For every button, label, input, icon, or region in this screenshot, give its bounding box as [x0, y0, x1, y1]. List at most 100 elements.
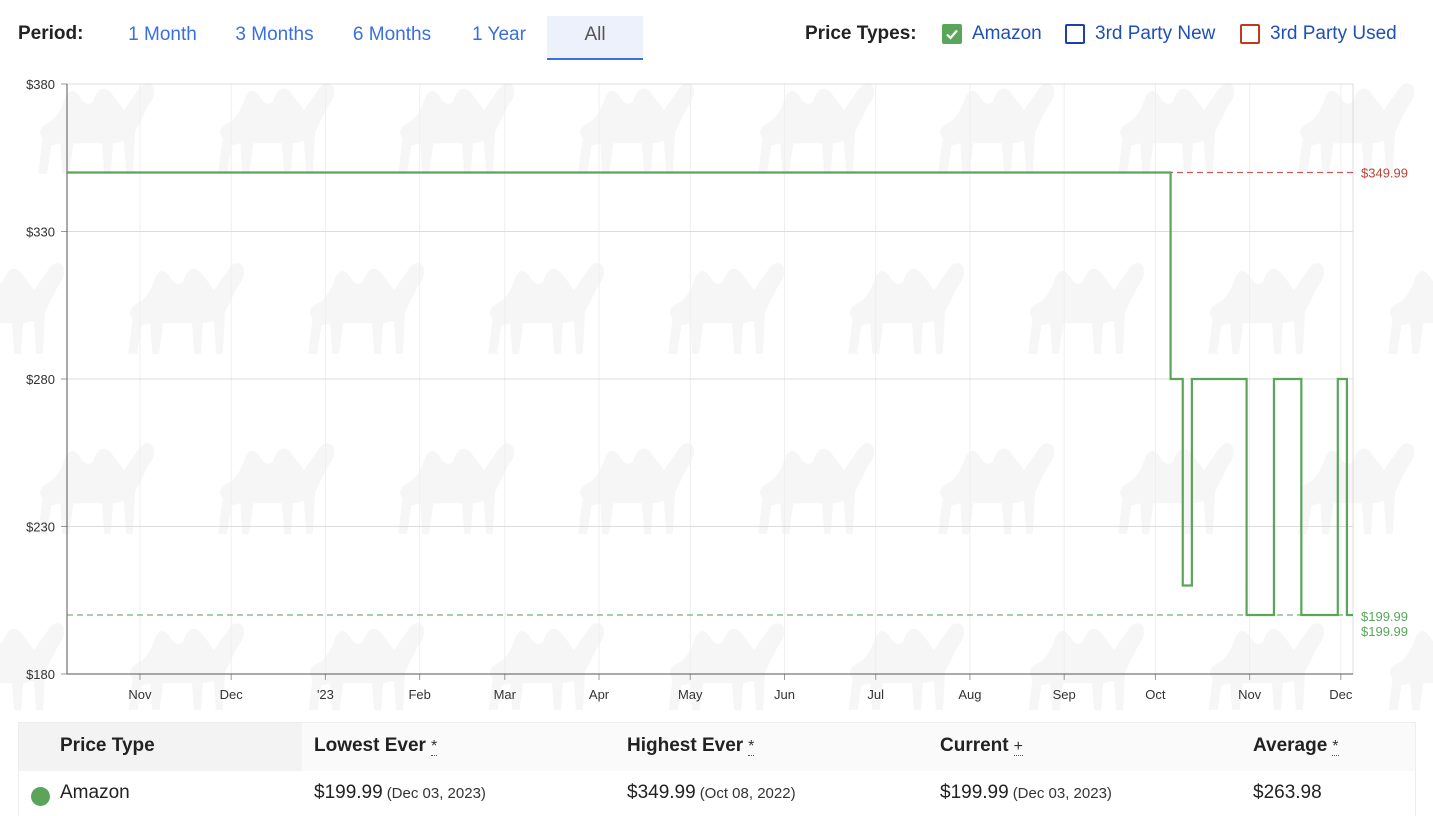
x-tick-label: Nov — [128, 687, 152, 702]
price-type-label: 3rd Party Used — [1270, 23, 1397, 44]
camel-watermark — [0, 83, 1433, 710]
cell-date: (Dec 03, 2023) — [1012, 785, 1112, 802]
amazon-color-dot — [31, 787, 50, 806]
camel-silhouette — [938, 443, 1055, 534]
camel-silhouette — [38, 83, 155, 174]
header-footnote-mark[interactable]: * — [430, 738, 438, 756]
price-types-label: Price Types: — [805, 23, 917, 44]
cell-current: $199.99 (Dec 03, 2023) — [940, 782, 1112, 804]
x-tick-label: Nov — [1238, 687, 1262, 702]
header-label: Highest Ever — [627, 735, 744, 756]
price-type-label: 3rd Party New — [1095, 23, 1216, 44]
header-current: Current + — [940, 735, 1023, 757]
camel-silhouette — [0, 263, 65, 355]
x-tick-label: May — [678, 687, 703, 702]
header-label: Average — [1253, 735, 1328, 756]
filter-bar: Period: 1 Month 3 Months 6 Months 1 Year… — [0, 0, 1433, 70]
table-header: Price Type Lowest Ever * Highest Ever * Cu… — [19, 723, 1415, 771]
period-6-months-button[interactable]: 6 Months — [338, 16, 446, 60]
cell-lowest-ever: $199.99 (Dec 03, 2023) — [314, 782, 486, 804]
camel-silhouette — [1208, 623, 1325, 710]
cell-price-type: Amazon — [60, 782, 130, 803]
x-tick-label: Oct — [1145, 687, 1166, 702]
camel-silhouette — [1298, 443, 1415, 534]
chart-series — [67, 171, 1353, 617]
price-reference-label: $199.99 — [1361, 609, 1408, 624]
header-lowest-ever: Lowest Ever * — [314, 735, 438, 757]
cell-price: $199.99 — [940, 782, 1009, 803]
header-price-type: Price Type — [60, 735, 155, 757]
camel-silhouette — [1298, 83, 1415, 174]
camel-silhouette — [668, 263, 785, 354]
x-tick-label: Aug — [958, 687, 981, 702]
x-tick-label: Jul — [867, 687, 884, 702]
price-reference-label: $199.99 — [1361, 624, 1408, 639]
price-history-chart[interactable]: Nov Dec '23 Feb Mar Apr May Jun Jul Aug Sep Oct Nov D… — [0, 70, 1433, 710]
camel-silhouette — [758, 83, 875, 174]
cell-date: (Dec 03, 2023) — [386, 785, 486, 802]
checkbox-checked-icon[interactable] — [942, 24, 962, 44]
camel-silhouette — [578, 443, 695, 534]
period-1-year-button[interactable]: 1 Year — [456, 16, 542, 60]
checkbox-unchecked-icon[interactable] — [1240, 24, 1260, 44]
cell-price: $349.99 — [627, 782, 696, 803]
camel-silhouette — [1208, 263, 1325, 354]
header-footnote-mark[interactable]: * — [1332, 738, 1339, 756]
period-label: Period: — [18, 23, 84, 44]
camel-silhouette — [1388, 270, 1433, 355]
cell-highest-ever: $349.99 (Oct 08, 2022) — [627, 782, 796, 804]
camel-silhouette — [758, 443, 875, 534]
header-footnote-mark[interactable]: + — [1013, 738, 1023, 756]
cell-price: $199.99 — [314, 782, 383, 803]
x-tick-label: Feb — [408, 687, 430, 702]
camel-silhouette — [848, 623, 965, 710]
cell-date: (Oct 08, 2022) — [699, 785, 796, 802]
price-reference-label: $349.99 — [1361, 166, 1408, 181]
header-label: Lowest Ever — [314, 735, 426, 756]
camel-silhouette — [488, 263, 605, 354]
x-tick-label: Mar — [494, 687, 517, 702]
camel-silhouette — [38, 443, 155, 534]
header-label: Current — [940, 735, 1009, 756]
reference-lines — [67, 171, 1353, 616]
y-tick-label: $330 — [26, 225, 55, 240]
camel-silhouette — [1028, 263, 1145, 354]
camel-silhouette — [848, 263, 965, 354]
header-label: Price Type — [60, 735, 155, 756]
header-average: Average * — [1253, 735, 1339, 757]
camel-silhouette — [218, 83, 335, 174]
camel-silhouette — [1028, 623, 1145, 710]
x-tick-label: Dec — [220, 687, 244, 702]
header-footnote-mark[interactable]: * — [748, 738, 755, 756]
x-tick-label: Sep — [1053, 687, 1076, 702]
checkbox-unchecked-icon[interactable] — [1065, 24, 1085, 44]
period-all-button[interactable]: All — [547, 16, 643, 60]
y-tick-label: $180 — [26, 667, 55, 682]
price-summary-table: Price Type Lowest Ever * Highest Ever * Cu… — [18, 722, 1416, 816]
price-type-3rd-party-used-toggle[interactable]: 3rd Party Used — [1240, 22, 1397, 46]
x-tick-label: Dec — [1329, 687, 1353, 702]
y-tick-label: $280 — [26, 372, 55, 387]
camel-silhouette — [398, 443, 515, 534]
camel-silhouette — [578, 83, 695, 174]
header-highest-ever: Highest Ever * — [627, 735, 755, 757]
camel-silhouette — [128, 263, 245, 354]
price-type-amazon-toggle[interactable]: Amazon — [942, 22, 1042, 46]
y-tick-label: $230 — [26, 520, 55, 535]
camel-silhouette — [398, 83, 515, 174]
x-tick-label: Apr — [589, 687, 610, 702]
camel-silhouette — [1118, 83, 1235, 174]
price-type-label: Amazon — [972, 23, 1042, 44]
chart-labels: $349.99 $199.99$199.99 — [1361, 166, 1408, 639]
period-3-months-button[interactable]: 3 Months — [222, 16, 327, 60]
x-tick-label: '23 — [317, 687, 334, 702]
camel-silhouette — [938, 83, 1055, 174]
camel-silhouette — [1118, 443, 1235, 534]
cell-average: $263.98 — [1253, 782, 1322, 803]
camel-silhouette — [218, 443, 335, 534]
period-1-month-button[interactable]: 1 Month — [110, 16, 215, 60]
x-tick-label: Jun — [774, 687, 795, 702]
y-tick-label: $380 — [26, 77, 55, 92]
series-line-amazon — [67, 171, 1353, 617]
price-type-3rd-party-new-toggle[interactable]: 3rd Party New — [1065, 22, 1215, 46]
